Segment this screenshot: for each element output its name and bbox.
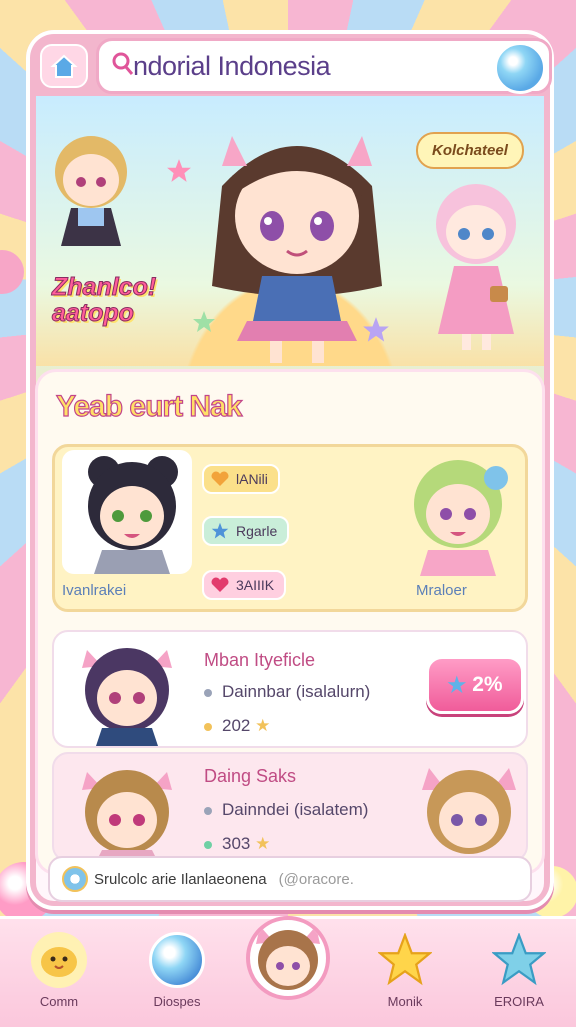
chat-input[interactable]: Srulcolc arie Ilanlaeonena (@oracore. (48, 856, 532, 902)
cat-ear-character-avatar (422, 768, 516, 854)
purple-hair-character-avatar (82, 648, 172, 746)
hero-slogan-line1: Zhanlco! (51, 273, 157, 301)
row-subtitle: Dainndei (isalatem) (204, 800, 368, 820)
nav-label: Diospes (153, 994, 201, 1009)
row-value: 202 ★ (204, 716, 270, 736)
chat-message: Srulcolc arie Ilanlaeonena (94, 870, 267, 888)
search-icon[interactable] (112, 52, 134, 76)
row-value: 303 ★ (204, 834, 270, 854)
hero-slogan-line2: aatopo (51, 299, 134, 327)
orb-icon (149, 932, 205, 988)
star-icon (210, 521, 230, 541)
nav-label: Comm (39, 994, 79, 1009)
nav-label: EROIRA (494, 994, 544, 1009)
team-tag-label: lANili (236, 471, 268, 487)
team-tag-2[interactable]: Rgarle (202, 516, 290, 546)
left-character-name: Ivanlrakei (62, 582, 127, 599)
percent-badge-label: 2% (472, 673, 503, 696)
star-decoration (363, 317, 389, 342)
team-tag-1[interactable]: lANili (202, 464, 280, 494)
character-avatar-icon (256, 926, 320, 990)
right-character-name: Mraloer (416, 582, 467, 599)
list-item[interactable]: Daing Saks Dainndei (isalatem) 303 ★ (52, 752, 528, 862)
star-icon: ★ (255, 716, 271, 735)
star-icon: ★ (255, 834, 271, 853)
row-subtitle: Dainnbar (isalalurn) (204, 682, 370, 702)
nav-item-eroira[interactable]: EROIRA (474, 926, 564, 1022)
chat-avatar-icon (62, 866, 88, 892)
chick-icon (31, 932, 87, 988)
page-title: ndorial Indonesia (133, 50, 331, 81)
bubble-decoration (0, 250, 24, 294)
pink-hair-character (436, 184, 516, 350)
nav-item-diospes[interactable]: Diospes (132, 926, 222, 1022)
star-decoration (167, 159, 191, 182)
panel-title: Yeab eurt Nak (55, 389, 243, 423)
row-subtitle-text: Dainnbar (isalalurn) (222, 682, 371, 701)
nav-home-avatar-button[interactable] (246, 916, 330, 1000)
nav-item-monik[interactable]: Monik (360, 926, 450, 1022)
hero-slogan: Zhanlco! aatopo (51, 273, 157, 327)
team-tag-3[interactable]: 3AIIIK (202, 570, 287, 600)
star-icon (491, 932, 547, 988)
star-icon: ★ (447, 673, 467, 697)
heart-icon (210, 575, 230, 595)
green-hair-character-avatar (414, 460, 508, 576)
row-value-text: 202 (222, 716, 251, 735)
home-button[interactable] (40, 44, 88, 88)
nav-label: Monik (387, 994, 423, 1009)
heart-icon (210, 469, 230, 489)
home-icon (50, 54, 78, 78)
row-subtitle-text: Dainndei (isalatem) (222, 800, 369, 819)
brown-hair-character-avatar (82, 770, 172, 862)
speech-bubble: Kolchateel (416, 132, 524, 169)
star-decoration (193, 311, 215, 332)
nav-item-comm[interactable]: Comm (14, 926, 104, 1022)
row-value-text: 303 (222, 834, 251, 853)
team-tag-label: Rgarle (236, 523, 278, 539)
blonde-character (55, 136, 127, 246)
percent-badge-button[interactable]: ★ 2% (426, 656, 524, 714)
title-bar[interactable]: ndorial Indonesia (96, 38, 552, 94)
team-tag-label: 3AIIIK (236, 577, 275, 593)
star-icon (377, 932, 433, 988)
black-hair-character-avatar (88, 456, 178, 574)
row-title: Daing Saks (204, 766, 297, 786)
left-portrait[interactable] (62, 450, 192, 574)
row-title: Mban Ityeficle (204, 650, 316, 670)
chat-username: (@oracore. (278, 870, 354, 888)
profile-orb-button[interactable] (494, 42, 546, 94)
